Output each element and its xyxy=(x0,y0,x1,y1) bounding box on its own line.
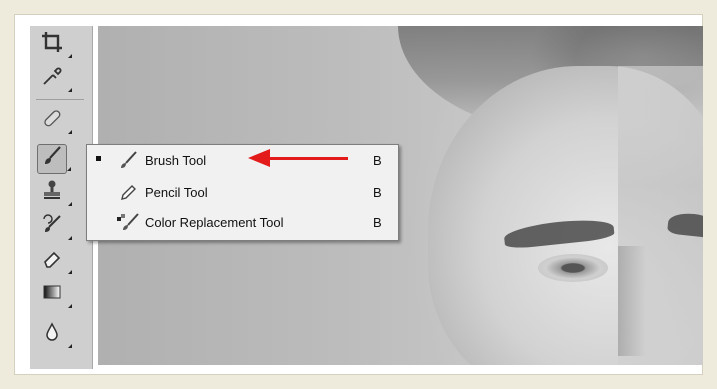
eraser-icon xyxy=(41,247,63,275)
gradient-tool-button[interactable] xyxy=(37,280,72,310)
stamp-icon xyxy=(41,179,63,207)
brush-tool-button[interactable] xyxy=(37,144,71,174)
photo-eye xyxy=(538,254,608,282)
clone-stamp-tool-button[interactable] xyxy=(37,178,72,208)
menu-item-shortcut: B xyxy=(373,153,382,168)
crop-icon xyxy=(41,31,63,59)
menu-item-label: Brush Tool xyxy=(145,153,207,168)
menu-item-shortcut: B xyxy=(373,215,382,230)
selected-bullet xyxy=(96,156,101,161)
eyedropper-tool-button[interactable] xyxy=(37,64,72,94)
annotation-arrow-icon xyxy=(248,149,270,167)
eraser-tool-button[interactable] xyxy=(37,246,72,276)
brush-tool-flyout-menu: Brush Tool B Pencil Tool B Color Replace… xyxy=(86,144,399,241)
brush-icon xyxy=(41,145,63,173)
healing-brush-tool-button[interactable] xyxy=(37,106,72,136)
blur-tool-button[interactable] xyxy=(37,320,72,350)
gradient-icon xyxy=(41,281,63,309)
menu-item-brush-tool[interactable]: Brush Tool B xyxy=(87,148,398,174)
menu-item-shortcut: B xyxy=(373,185,382,200)
brush-icon xyxy=(115,151,141,171)
eyedropper-icon xyxy=(41,65,63,93)
menu-item-pencil-tool[interactable]: Pencil Tool B xyxy=(87,180,398,206)
menu-item-label: Pencil Tool xyxy=(145,185,208,200)
tools-panel xyxy=(30,26,93,369)
photo-nose-shadow xyxy=(618,246,646,356)
crop-tool-button[interactable] xyxy=(37,30,72,60)
menu-item-label: Color Replacement Tool xyxy=(145,215,284,230)
history-brush-icon xyxy=(41,213,63,241)
pencil-icon xyxy=(115,183,141,203)
color-replacement-icon xyxy=(115,213,141,233)
annotation-arrow-shaft xyxy=(268,157,348,160)
history-brush-tool-button[interactable] xyxy=(37,212,72,242)
bandage-icon xyxy=(41,107,63,135)
drop-icon xyxy=(41,321,63,349)
toolbar-separator xyxy=(36,99,84,100)
menu-item-color-replacement-tool[interactable]: Color Replacement Tool B xyxy=(87,210,398,236)
